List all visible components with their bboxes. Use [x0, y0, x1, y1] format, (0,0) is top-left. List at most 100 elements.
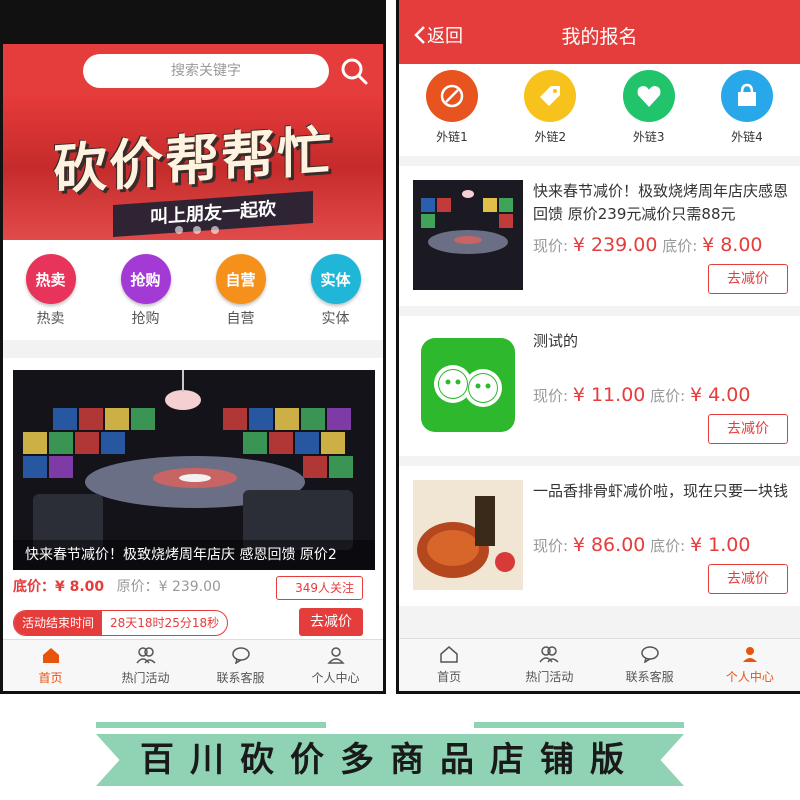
chat-icon	[231, 647, 250, 665]
home-icon	[440, 646, 458, 663]
item-title: 一品香排骨虾减价啦，现在只要一块钱	[533, 482, 789, 500]
deal-caption: 快来春节减价！极致烧烤周年店庆 感恩回馈 原价2	[13, 540, 375, 570]
item-thumbnail	[413, 480, 523, 590]
banner-dot[interactable]	[175, 226, 183, 234]
tab-label: 首页	[437, 670, 462, 684]
category-label: 实体	[321, 311, 350, 327]
bag-icon	[720, 70, 773, 122]
item-title: 快来春节减价！极致烧烤周年店庆感恩回馈 原价239元减价只需88元	[533, 182, 789, 223]
tab-home[interactable]: 首页	[399, 639, 499, 690]
bargain-button[interactable]: 去减价	[708, 564, 788, 594]
banner-dot[interactable]	[211, 226, 219, 234]
link-label: 外链4	[731, 130, 763, 144]
tab-label: 个人中心	[311, 671, 360, 685]
floor-price-label: 底价:	[650, 537, 686, 555]
tab-hot-activities[interactable]: 热门活动	[499, 639, 599, 690]
original-price: 原价：¥ 239.00	[116, 579, 221, 595]
tab-label: 联系客服	[625, 670, 674, 684]
item-price: 现价: ¥ 86.00 底价: ¥ 1.00	[533, 534, 750, 556]
users-icon	[135, 647, 156, 664]
bottom-tabbar: 首页 热门活动 联系客服 个人中心	[3, 639, 383, 691]
item-thumbnail	[413, 330, 523, 440]
external-links-row: 外链1 外链2 外链3 外链4	[399, 64, 800, 156]
item-price: 现价: ¥ 11.00 底价: ¥ 4.00	[533, 384, 750, 406]
category-label: 自营	[226, 311, 255, 327]
bargain-button[interactable]: 去减价	[708, 414, 788, 444]
self-run-badge-icon: 自营	[215, 254, 266, 304]
promo-banner[interactable]: 砍价帮帮忙 叫上朋友一起砍	[3, 96, 383, 240]
link-label: 外链1	[436, 130, 468, 144]
tab-label: 热门活动	[121, 671, 170, 685]
heart-icon	[622, 70, 675, 122]
floor-price: ¥ 8.00	[702, 234, 763, 256]
deal-card[interactable]: 快来春节减价！极致烧烤周年店庆 感恩回馈 原价2 底价：¥ 8.00 原价：¥ …	[13, 370, 375, 640]
bargain-button[interactable]: 去减价	[708, 264, 788, 294]
external-link-2[interactable]: 外链2	[515, 64, 585, 156]
tab-support[interactable]: 联系客服	[600, 639, 700, 690]
floor-price: ¥ 1.00	[690, 534, 751, 556]
external-link-1[interactable]: 外链1	[417, 64, 487, 156]
physical-store-badge-icon: 实体	[310, 254, 361, 304]
deal-photo: 快来春节减价！极致烧烤周年店庆 感恩回馈 原价2	[13, 370, 375, 570]
external-link-4[interactable]: 外链4	[712, 64, 782, 156]
banner-title: 砍价帮帮忙	[53, 119, 333, 202]
section-divider	[3, 340, 383, 358]
tab-profile[interactable]: 个人中心	[700, 639, 800, 690]
tab-label: 个人中心	[725, 670, 774, 684]
deal-price-row: 底价：¥ 8.00 原价：¥ 239.00 349人关注	[13, 576, 375, 602]
search-icon[interactable]	[337, 54, 371, 88]
hot-badge-icon: 热卖	[25, 254, 76, 304]
floor-price-label: 底价:	[650, 387, 686, 405]
category-flash-sale[interactable]: 抢购 抢购	[106, 244, 186, 336]
decor-line	[474, 722, 684, 728]
item-thumbnail	[413, 180, 523, 290]
tab-label: 热门活动	[525, 670, 574, 684]
category-self-run[interactable]: 自营 自营	[201, 244, 281, 336]
now-price: ¥ 11.00	[572, 384, 646, 406]
home-icon	[42, 648, 59, 663]
banner-pagination	[175, 226, 219, 234]
user-icon	[326, 647, 345, 664]
now-price-label: 现价:	[533, 237, 569, 255]
timer-value: 28天18时25分18秒	[110, 616, 220, 630]
left-phone-screen: 搜索关键字 砍价帮帮忙 叫上朋友一起砍 热卖 热卖 抢购 抢购 自营 自营 实体…	[0, 0, 386, 694]
floor-price-label: 底价:	[662, 237, 698, 255]
search-header: 搜索关键字	[3, 44, 383, 104]
category-label: 热卖	[36, 311, 65, 327]
category-physical-store[interactable]: 实体 实体	[296, 244, 376, 336]
countdown-timer: 活动结束时间 28天18时25分18秒	[13, 610, 229, 636]
tab-hot-activities[interactable]: 热门活动	[98, 640, 193, 691]
registration-item[interactable]: 一品香排骨虾减价啦，现在只要一块钱 现价: ¥ 86.00 底价: ¥ 1.00…	[399, 466, 800, 606]
now-price: ¥ 86.00	[572, 534, 646, 556]
users-icon	[539, 646, 559, 663]
tab-label: 首页	[38, 671, 63, 685]
floor-price: ¥ 4.00	[690, 384, 751, 406]
link-label: 外链2	[534, 130, 567, 144]
tag-icon	[524, 70, 577, 122]
bargain-button[interactable]: 去减价	[299, 608, 363, 636]
page-title: 我的报名	[561, 26, 638, 48]
tab-label: 联系客服	[216, 671, 265, 685]
tab-support[interactable]: 联系客服	[193, 640, 288, 691]
search-input[interactable]: 搜索关键字	[83, 54, 329, 88]
external-link-3[interactable]: 外链3	[614, 64, 684, 156]
decor-line	[96, 722, 326, 728]
registration-item[interactable]: 快来春节减价！极致烧烤周年店庆感恩回馈 原价239元减价只需88元 现价: ¥ …	[399, 166, 800, 306]
tab-profile[interactable]: 个人中心	[288, 640, 383, 691]
now-price-label: 现价:	[533, 537, 569, 555]
bottom-tabbar: 首页 热门活动 联系客服 个人中心	[399, 638, 800, 690]
registration-item[interactable]: 测试的 现价: ¥ 11.00 底价: ¥ 4.00 去减价	[399, 316, 800, 456]
category-hot[interactable]: 热卖 热卖	[11, 244, 91, 336]
item-title: 测试的	[533, 332, 579, 350]
banner-dot[interactable]	[193, 226, 201, 234]
status-bar	[3, 0, 383, 44]
user-icon	[742, 647, 757, 662]
followers-badge: 349人关注	[276, 576, 363, 600]
product-edition-banner: 百川砍价多商品店铺版	[96, 722, 684, 786]
now-price: ¥ 239.00	[572, 234, 658, 256]
page-header: 返回 我的报名	[399, 0, 800, 64]
floor-price: 底价：¥ 8.00	[13, 579, 105, 595]
now-price-label: 现价:	[533, 387, 569, 405]
right-phone-screen: 返回 我的报名 外链1 外链2 外链3 外链4 快来春节减价！极致烧烤周年店庆感…	[396, 0, 800, 694]
tab-home[interactable]: 首页	[3, 640, 98, 691]
